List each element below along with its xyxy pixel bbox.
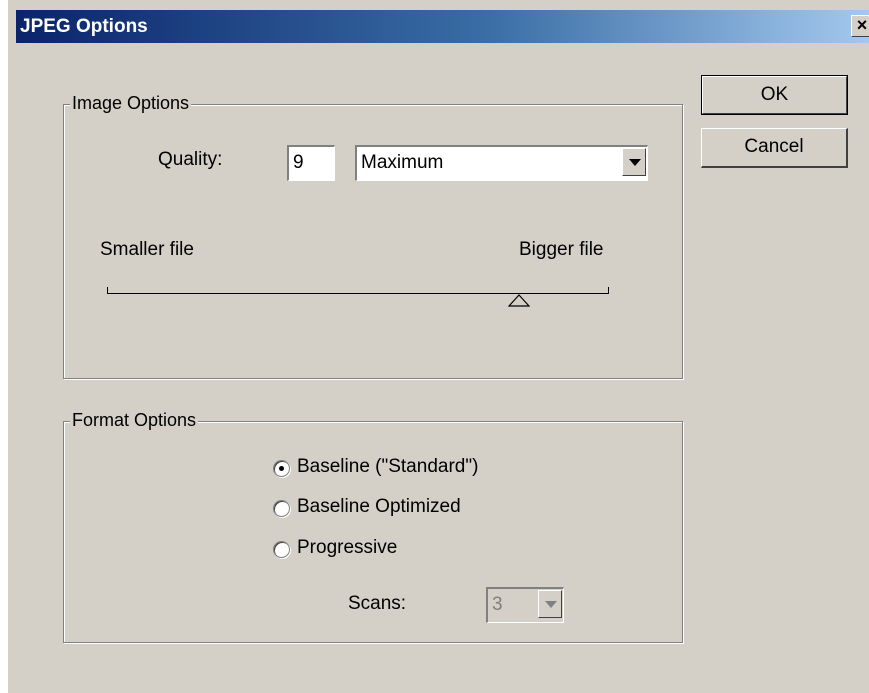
radio-button-icon[interactable]	[273, 541, 290, 558]
close-button[interactable]: ×	[851, 15, 869, 37]
scans-value: 3	[492, 594, 503, 615]
slider-tick-right	[608, 287, 609, 294]
radio-label: Baseline ("Standard")	[297, 456, 479, 477]
jpeg-options-dialog: JPEG Options × OK Cancel Image Options Q…	[0, 0, 869, 693]
quality-input[interactable]: 9	[287, 145, 335, 181]
quality-label: Quality:	[158, 149, 223, 170]
chevron-down-icon	[538, 590, 562, 618]
radio-label: Baseline Optimized	[297, 496, 461, 517]
quality-value: 9	[293, 152, 304, 173]
window-title: JPEG Options	[20, 16, 148, 37]
radio-button-icon[interactable]	[273, 460, 290, 477]
scans-select: 3	[486, 587, 564, 623]
scans-label: Scans:	[348, 593, 407, 614]
chevron-down-icon[interactable]	[622, 148, 646, 176]
radio-label: Progressive	[297, 537, 398, 558]
slider-tick-left	[107, 287, 108, 294]
slider-left-label: Smaller file	[100, 239, 194, 260]
quality-preset-value: Maximum	[361, 152, 444, 173]
slider-right-label: Bigger file	[519, 239, 604, 260]
format-options-label: Format Options	[70, 410, 199, 431]
image-options-label: Image Options	[70, 93, 192, 114]
title-bar[interactable]: JPEG Options ×	[16, 10, 869, 43]
cancel-button[interactable]: Cancel	[701, 128, 848, 168]
close-icon: ×	[856, 15, 868, 35]
quality-slider[interactable]	[107, 285, 609, 307]
ok-button[interactable]: OK	[701, 75, 848, 115]
image-options-group: Image Options Quality: 9 Maximum Smaller…	[63, 93, 683, 379]
format-options-group: Format Options Baseline ("Standard") Bas…	[63, 410, 683, 643]
slider-track	[107, 293, 609, 294]
radio-button-icon[interactable]	[273, 500, 290, 517]
slider-thumb-icon[interactable]	[507, 294, 530, 308]
quality-preset-select[interactable]: Maximum	[355, 145, 648, 181]
